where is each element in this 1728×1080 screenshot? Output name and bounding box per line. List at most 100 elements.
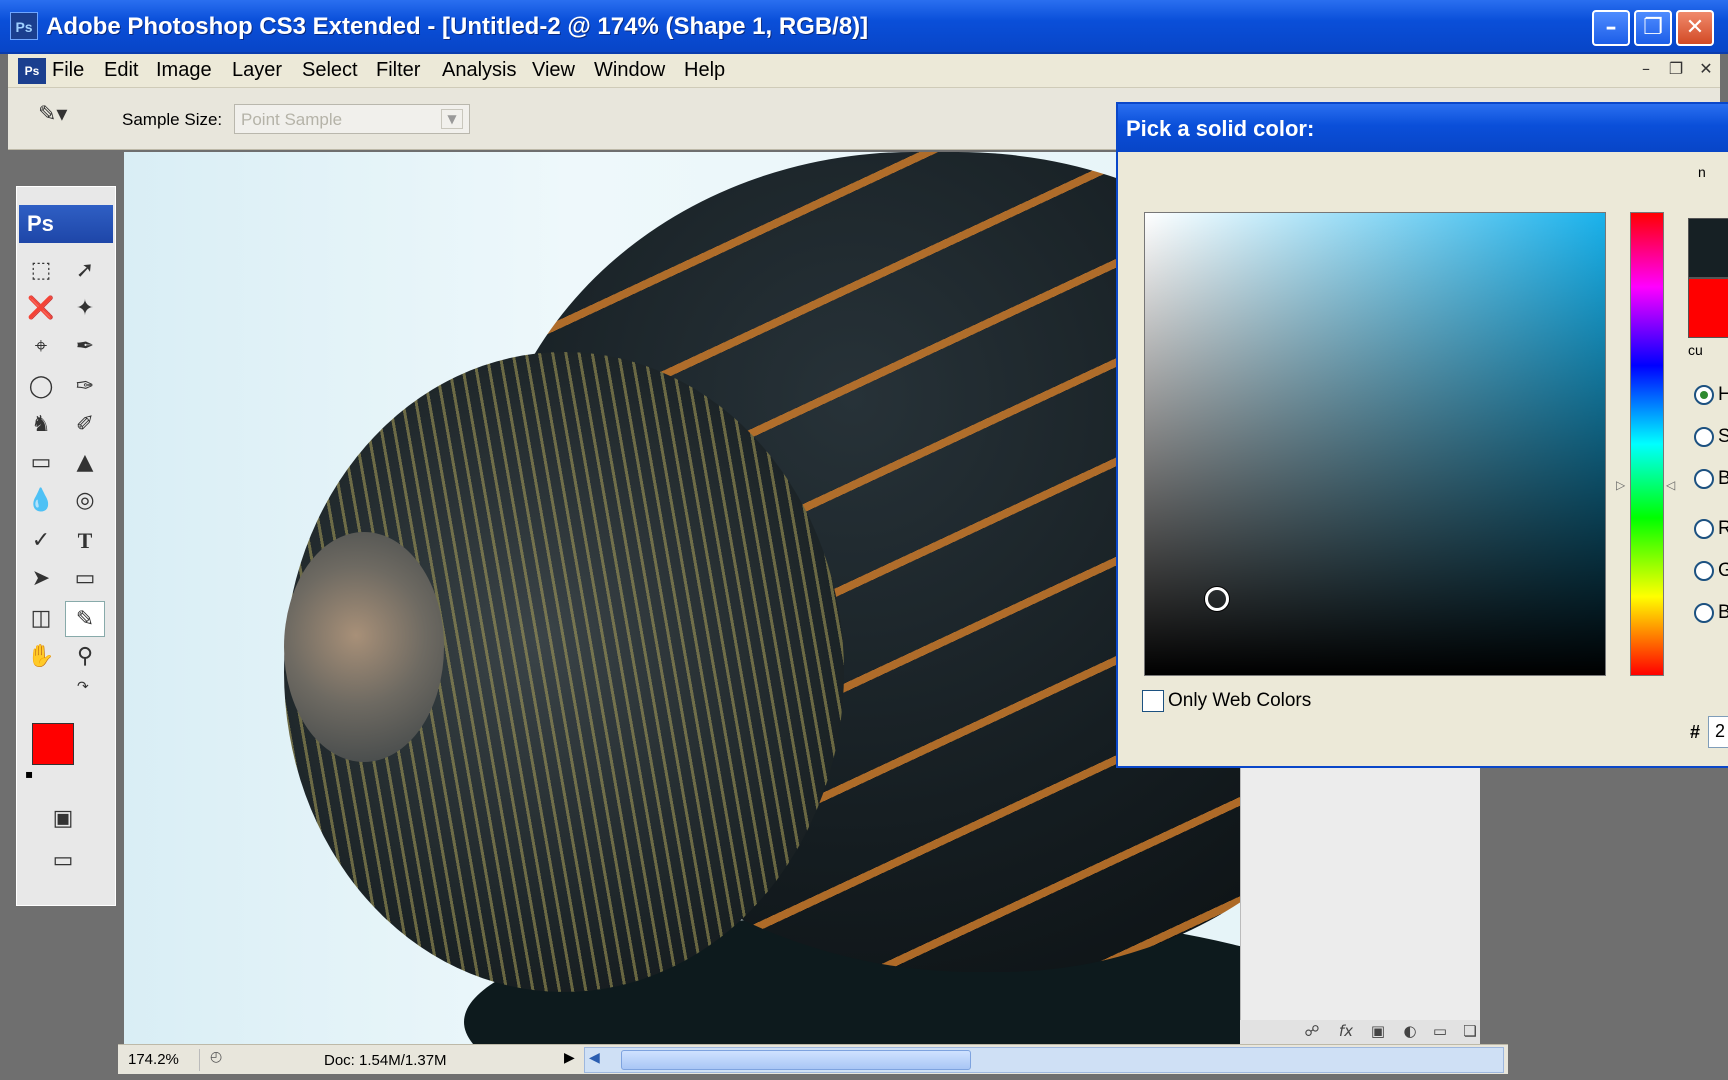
brush-tool-icon[interactable]: ✑: [65, 369, 105, 405]
radio-button[interactable]: [1694, 468, 1714, 489]
snail-shell-apex: [284, 532, 444, 762]
menu-filter[interactable]: Filter: [376, 59, 420, 82]
menu-layer[interactable]: Layer: [232, 59, 282, 82]
maximize-button[interactable]: ❐: [1634, 10, 1672, 46]
scrollbar-thumb[interactable]: [621, 1050, 971, 1070]
radio-red[interactable]: R: [1694, 518, 1728, 544]
color-picker-ring[interactable]: [1205, 587, 1229, 611]
new-group-icon[interactable]: ▭: [1428, 1022, 1452, 1042]
radio-button[interactable]: [1694, 602, 1714, 623]
screen-mode-icon[interactable]: ▭: [43, 843, 83, 879]
menu-window[interactable]: Window: [594, 59, 665, 82]
status-menu-arrow-icon[interactable]: ▶: [564, 1050, 575, 1066]
pen-tool-icon[interactable]: ✓: [21, 523, 61, 559]
move-tool-icon[interactable]: ➚: [65, 253, 105, 289]
quick-mask-icon[interactable]: ▣: [43, 801, 83, 837]
foreground-color-swatch[interactable]: [32, 723, 74, 765]
path-selection-tool-icon[interactable]: ➤: [21, 561, 61, 597]
radio-saturation[interactable]: S: [1694, 426, 1728, 452]
only-web-colors-checkbox[interactable]: Only Web Colors: [1142, 690, 1311, 712]
paint-bucket-tool-icon[interactable]: ▲: [65, 445, 105, 481]
document-size: Doc: 1.54M/1.37M: [324, 1052, 447, 1069]
hue-slider-right-arrow-icon[interactable]: ◁: [1666, 478, 1675, 492]
hex-label: #: [1690, 722, 1701, 742]
zoom-level-field[interactable]: 174.2%: [124, 1049, 200, 1071]
radio-brightness[interactable]: B: [1694, 468, 1728, 494]
lasso-tool-icon[interactable]: ❌: [21, 291, 61, 327]
healing-brush-tool-icon[interactable]: ◯: [21, 369, 61, 405]
dodge-tool-icon[interactable]: ◎: [65, 483, 105, 519]
doc-minimize-icon[interactable]: –: [1634, 59, 1658, 81]
default-colors-icon[interactable]: ▪: [25, 767, 33, 781]
doc-close-icon[interactable]: ✕: [1694, 59, 1718, 81]
link-layers-icon[interactable]: ☍: [1300, 1022, 1324, 1042]
menu-edit[interactable]: Edit: [104, 59, 138, 82]
slice-tool-icon[interactable]: ✒: [65, 329, 105, 365]
zoom-tool-icon[interactable]: ⚲: [65, 639, 105, 675]
radio-button-selected[interactable]: [1694, 384, 1714, 405]
current-color-swatch[interactable]: [1688, 278, 1728, 338]
hue-slider[interactable]: [1630, 212, 1664, 676]
adjustment-layer-icon[interactable]: ◐: [1398, 1022, 1422, 1042]
radio-button[interactable]: [1694, 426, 1714, 447]
radio-green[interactable]: G: [1694, 560, 1728, 586]
toolbox: Ps ⬚ ➚ ❌ ✦ ⌖ ✒ ◯ ✑ ♞ ✐ ▭ ▲ 💧 ◎ ✓ T ➤ ▭ ◫…: [16, 186, 116, 906]
sample-size-value: Point Sample: [241, 110, 343, 129]
saturation-brightness-field[interactable]: [1144, 212, 1606, 676]
marquee-tool-icon[interactable]: ⬚: [21, 253, 61, 289]
new-color-swatch: [1688, 218, 1728, 278]
hue-slider-left-arrow-icon[interactable]: ▷: [1616, 478, 1625, 492]
sample-size-select[interactable]: Point Sample ▼: [234, 104, 470, 134]
crop-tool-icon[interactable]: ⌖: [21, 329, 61, 365]
menu-analysis[interactable]: Analysis: [442, 59, 516, 82]
status-info-icon[interactable]: ◴: [210, 1049, 232, 1071]
history-brush-tool-icon[interactable]: ✐: [65, 407, 105, 443]
minimize-button[interactable]: –: [1592, 10, 1630, 46]
radio-blue[interactable]: B: [1694, 602, 1728, 628]
eyedropper-preset-icon[interactable]: ✎▾: [38, 102, 78, 136]
menu-file[interactable]: File: [52, 59, 84, 82]
hand-tool-icon[interactable]: ✋: [21, 639, 61, 675]
sample-size-label: Sample Size:: [122, 110, 223, 129]
color-picker-title-bar[interactable]: Pick a solid color:: [1118, 104, 1728, 152]
new-layer-icon[interactable]: ❏: [1458, 1022, 1482, 1042]
menu-image[interactable]: Image: [156, 59, 212, 82]
notes-tool-icon[interactable]: ◫: [21, 601, 61, 637]
doc-restore-icon[interactable]: ❐: [1664, 59, 1688, 81]
toolbox-header: Ps: [19, 205, 113, 243]
menu-select[interactable]: Select: [302, 59, 358, 82]
horizontal-scrollbar[interactable]: ◀: [584, 1047, 1504, 1073]
photoshop-app-icon: Ps: [10, 12, 38, 40]
layer-mask-icon[interactable]: ▣: [1366, 1022, 1390, 1042]
layers-panel: [1240, 760, 1480, 1044]
eyedropper-tool-icon[interactable]: ✎: [65, 601, 105, 637]
layer-style-icon[interactable]: fx: [1334, 1022, 1358, 1042]
window-title: Adobe Photoshop CS3 Extended - [Untitled…: [46, 13, 869, 40]
scroll-left-icon[interactable]: ◀: [589, 1050, 600, 1066]
magic-wand-tool-icon[interactable]: ✦: [65, 291, 105, 327]
maximize-icon: ❐: [1643, 15, 1663, 40]
checkbox-unchecked[interactable]: [1142, 690, 1164, 712]
color-picker-dialog: Pick a solid color: n ▷ ◁ cu H S B R G B…: [1116, 102, 1728, 768]
minimize-icon: –: [1605, 15, 1617, 40]
radio-hue[interactable]: H: [1694, 384, 1728, 410]
rectangle-tool-icon[interactable]: ▭: [65, 561, 105, 597]
menu-bar: Ps File Edit Image Layer Select Filter A…: [8, 54, 1720, 88]
swap-colors-icon[interactable]: ↷: [77, 679, 89, 695]
radio-button[interactable]: [1694, 560, 1714, 581]
color-picker-title: Pick a solid color:: [1126, 116, 1315, 141]
clone-stamp-tool-icon[interactable]: ♞: [21, 407, 61, 443]
blur-tool-icon[interactable]: 💧: [21, 483, 61, 519]
radio-button[interactable]: [1694, 518, 1714, 539]
menu-help[interactable]: Help: [684, 59, 725, 82]
type-tool-icon[interactable]: T: [65, 523, 105, 559]
document-canvas[interactable]: [124, 152, 1240, 1044]
hex-input[interactable]: 2: [1708, 716, 1728, 748]
close-button[interactable]: ✕: [1676, 10, 1714, 46]
document-icon[interactable]: Ps: [18, 58, 46, 84]
eraser-tool-icon[interactable]: ▭: [21, 445, 61, 481]
layers-panel-footer: ☍ fx ▣ ◐ ▭ ❏: [1240, 1020, 1480, 1044]
status-bar: 174.2% ◴ Doc: 1.54M/1.37M ▶ ◀: [118, 1044, 1508, 1074]
menu-view[interactable]: View: [532, 59, 575, 82]
new-label: n: [1698, 164, 1706, 180]
